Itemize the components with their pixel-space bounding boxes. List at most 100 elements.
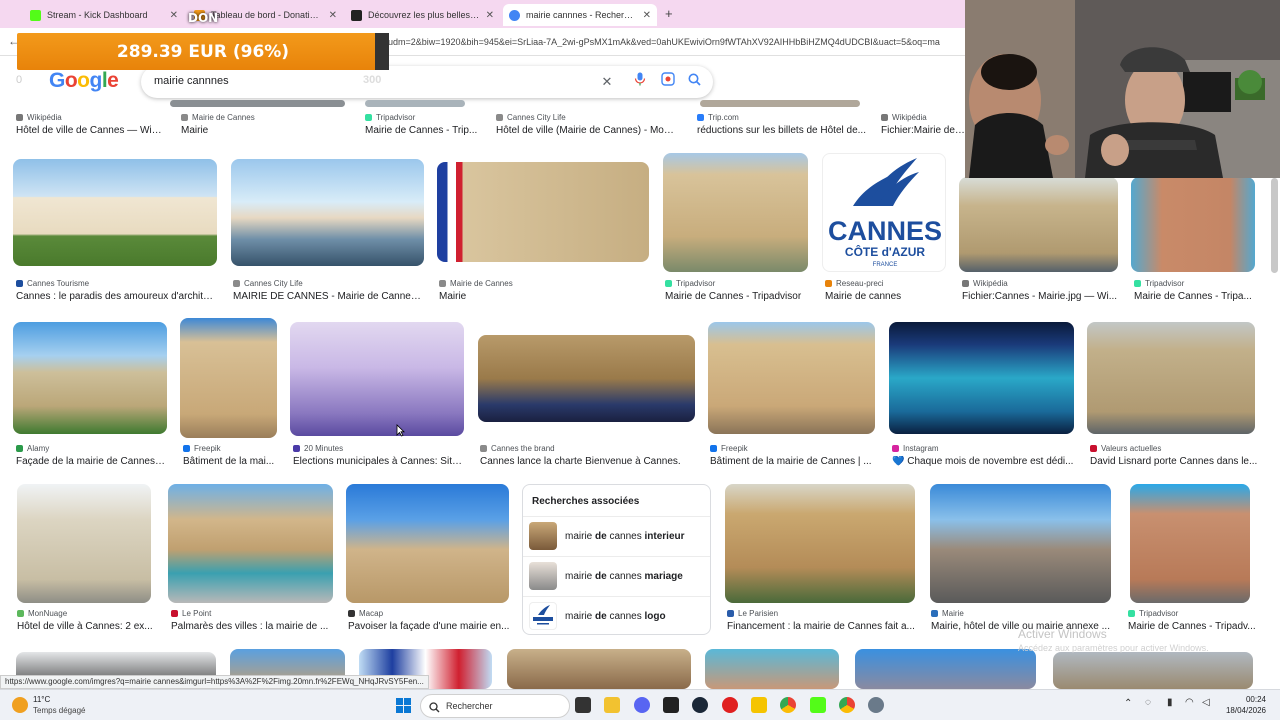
taskbar-search[interactable]: Rechercher xyxy=(420,694,570,718)
result-caption[interactable]: MAIRIE DE CANNES - Mairie de Cannes ... xyxy=(233,291,425,302)
microphone-icon[interactable]: ▮ xyxy=(1167,697,1173,708)
close-tab-icon[interactable]: ✕ xyxy=(329,10,337,21)
settings-icon[interactable] xyxy=(868,697,884,713)
result-image[interactable] xyxy=(180,318,277,438)
result-caption[interactable]: Façade de la mairie de Cannes,... xyxy=(16,456,166,467)
result-caption[interactable]: 💙 Chaque mois de novembre est dédi... xyxy=(892,456,1074,467)
network-icon[interactable]: ◌ xyxy=(1145,697,1151,708)
result-caption[interactable]: Fichier:Cannes - Mairie.jpg — Wi... xyxy=(962,291,1120,302)
result-caption[interactable]: réductions sur les billets de Hôtel de..… xyxy=(697,125,867,136)
weather-icon[interactable] xyxy=(12,697,28,713)
result-caption[interactable]: Hôtel de ville (Mairie de Cannes) - Mon.… xyxy=(496,125,676,136)
url-text[interactable]: udm=2&biw=1920&bih=945&ei=SrLiaa-7A_2wi-… xyxy=(388,37,963,47)
kick-icon[interactable] xyxy=(810,697,826,713)
volume-icon[interactable]: ◁ xyxy=(1202,697,1210,708)
search-box[interactable]: mairie cannnes ✕ xyxy=(141,66,713,98)
result-caption[interactable]: David Lisnard porte Cannes dans le... xyxy=(1090,456,1258,467)
microphone-icon[interactable] xyxy=(630,72,650,92)
result-image[interactable] xyxy=(705,649,839,689)
result-caption[interactable]: Cannes : le paradis des amoureux d'archi… xyxy=(16,291,214,302)
steam-icon[interactable] xyxy=(692,697,708,713)
lens-icon[interactable] xyxy=(658,72,678,92)
chrome-icon[interactable] xyxy=(780,697,796,713)
result-caption[interactable]: Hôtel de ville à Cannes: 2 ex... xyxy=(17,621,157,632)
result-image[interactable] xyxy=(930,484,1111,603)
tab-google-search[interactable]: mairie cannnes - Recherche Go ✕ xyxy=(503,4,657,26)
result-caption[interactable]: Élections municipales à Cannes: Situ... xyxy=(293,456,465,467)
tab-label: Stream - Kick Dashboard xyxy=(47,10,148,20)
result-image[interactable] xyxy=(889,322,1074,434)
close-tab-icon[interactable]: ✕ xyxy=(643,10,651,21)
task-view-icon[interactable] xyxy=(575,697,591,713)
result-caption[interactable]: Bâtiment de la mairie de Cannes | ... xyxy=(710,456,875,467)
result-image[interactable] xyxy=(1131,177,1255,272)
result-image[interactable] xyxy=(855,649,1036,689)
result-caption[interactable]: Mairie de Cannes - Tripa... xyxy=(1134,291,1264,302)
epic-games-icon[interactable] xyxy=(663,697,679,713)
page-scrollbar[interactable] xyxy=(1271,178,1278,273)
result-image[interactable] xyxy=(231,159,424,266)
result-image[interactable] xyxy=(437,162,649,262)
result-image[interactable] xyxy=(17,484,151,603)
result-caption[interactable]: Mairie de Cannes - Trip... xyxy=(365,125,480,136)
search-icon[interactable] xyxy=(684,72,704,92)
close-tab-icon[interactable]: ✕ xyxy=(170,10,178,21)
result-image[interactable] xyxy=(725,484,915,603)
search-input[interactable]: mairie cannnes xyxy=(154,75,229,87)
cannes-logo-image[interactable]: CANNES CÔTE d'AZUR FRANCE xyxy=(822,153,946,272)
result-caption[interactable]: Palmarès des villes : la mairie de ... xyxy=(171,621,333,632)
related-search-item[interactable]: mairie de cannes mariage xyxy=(523,556,710,596)
result-image[interactable] xyxy=(290,322,464,436)
chevron-up-icon[interactable]: ⌃ xyxy=(1124,698,1132,709)
app-icon[interactable] xyxy=(751,697,767,713)
result-image[interactable] xyxy=(478,335,695,422)
result-image[interactable] xyxy=(365,100,465,107)
close-tab-icon[interactable]: ✕ xyxy=(486,10,494,21)
result-caption[interactable]: Mairie de cannes xyxy=(825,291,947,302)
result-image[interactable] xyxy=(346,484,509,603)
tab-kick-dashboard[interactable]: Stream - Kick Dashboard ✕ xyxy=(24,4,184,26)
result-caption[interactable]: Fichier:Mairie de Ca xyxy=(881,125,965,136)
result-caption[interactable]: Cannes lance la charte Bienvenue à Canne… xyxy=(480,456,700,467)
clock-date[interactable]: 18/04/2026 xyxy=(1220,706,1266,715)
tab-mairies[interactable]: Découvrez les plus belles mairi ✕ xyxy=(345,4,500,26)
result-image[interactable] xyxy=(1087,322,1255,434)
result-image[interactable] xyxy=(170,100,345,107)
result-image[interactable] xyxy=(507,649,691,689)
result-image[interactable] xyxy=(168,484,333,603)
result-image[interactable] xyxy=(1130,484,1250,603)
source-label: Tripadvisor xyxy=(1145,279,1185,288)
result-caption[interactable]: Mairie xyxy=(181,125,331,136)
discord-icon[interactable] xyxy=(634,697,650,713)
weather-temperature[interactable]: 11°C xyxy=(33,695,50,704)
result-image[interactable] xyxy=(13,159,217,266)
clear-icon[interactable]: ✕ xyxy=(597,72,617,92)
result-caption[interactable]: Hôtel de ville de Cannes — Wiki... xyxy=(16,125,166,136)
result-caption[interactable]: Bâtiment de la mai... xyxy=(183,456,279,467)
app-icon[interactable] xyxy=(722,697,738,713)
chrome-icon[interactable] xyxy=(839,697,855,713)
result-image[interactable] xyxy=(700,100,860,107)
windows-start-icon[interactable] xyxy=(396,698,411,718)
result-caption[interactable]: Financement : la mairie de Cannes fait a… xyxy=(727,621,917,632)
related-search-item[interactable]: mairie de cannes logo xyxy=(523,596,710,636)
result-caption[interactable]: Mairie de Cannes - Tripadv... xyxy=(1128,621,1256,632)
related-thumb xyxy=(529,522,557,550)
weather-description[interactable]: Temps dégagé xyxy=(33,706,85,715)
clock-time[interactable]: 00:24 xyxy=(1220,695,1266,704)
wifi-icon[interactable]: ◠ xyxy=(1185,697,1194,708)
new-tab-button[interactable]: + xyxy=(665,6,673,21)
result-caption[interactable]: Mairie de Cannes - Tripadvisor xyxy=(665,291,810,302)
result-image[interactable] xyxy=(1053,652,1253,689)
result-caption[interactable]: Mairie xyxy=(439,291,639,302)
file-explorer-icon[interactable] xyxy=(604,697,620,713)
related-search-item[interactable]: mairie de cannes interieur xyxy=(523,516,710,556)
browser-tab-bar: Stream - Kick Dashboard ✕ Tableau de bor… xyxy=(0,0,965,28)
result-caption[interactable]: Pavoiser la façade d'une mairie en... xyxy=(348,621,513,632)
google-logo[interactable]: Google xyxy=(49,69,119,93)
result-image[interactable] xyxy=(663,153,808,272)
tab-label: Tableau de bord - DonationAle xyxy=(211,10,323,20)
result-image[interactable] xyxy=(959,177,1118,272)
result-image[interactable] xyxy=(708,322,875,434)
result-image[interactable] xyxy=(13,322,167,434)
